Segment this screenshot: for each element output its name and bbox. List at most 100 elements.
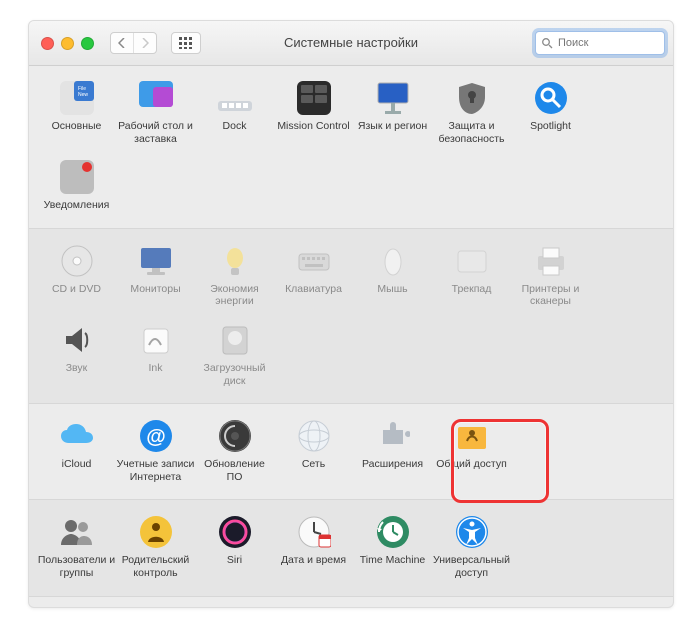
pref-label: Экономия энергии: [195, 283, 274, 308]
pref-language[interactable]: Язык и регион: [353, 76, 432, 155]
accessibility-icon: [454, 514, 490, 550]
search-icon: [541, 37, 553, 49]
pref-label: Ink: [148, 362, 162, 375]
search-field[interactable]: [535, 31, 665, 55]
pref-users-groups[interactable]: Пользователи и группы: [37, 510, 116, 589]
pref-printers[interactable]: Принтеры и сканеры: [511, 239, 590, 318]
ink-icon: [138, 322, 174, 358]
pref-label: Пользователи и группы: [37, 554, 116, 579]
pref-ntfs[interactable]: NTFS for Mac: [37, 607, 116, 608]
pref-label: Siri: [227, 554, 242, 567]
pref-label: Дата и время: [281, 554, 346, 567]
pref-energy[interactable]: Экономия энергии: [195, 239, 274, 318]
pref-label: iCloud: [62, 458, 92, 471]
pref-desktop[interactable]: Рабочий стол и заставка: [116, 76, 195, 155]
pref-sharing[interactable]: Общий доступ: [432, 414, 511, 493]
date-time-icon: [296, 514, 332, 550]
svg-text:New: New: [78, 92, 88, 98]
energy-icon: [217, 243, 253, 279]
users-groups-icon: [59, 514, 95, 550]
pref-dock[interactable]: Dock: [195, 76, 274, 155]
show-all-button[interactable]: [171, 32, 201, 54]
pref-mission-control[interactable]: Mission Control: [274, 76, 353, 155]
sharing-icon: [454, 418, 490, 454]
pref-label: Dock: [223, 120, 247, 133]
pref-label: Сеть: [302, 458, 325, 471]
section-hardware: CD и DVD Мониторы Экономия энергии Клави…: [29, 229, 673, 404]
pref-startup-disk[interactable]: Загрузочный диск: [195, 318, 274, 397]
titlebar: Системные настройки: [29, 21, 673, 66]
spotlight-icon: [533, 80, 569, 116]
pref-label: Мышь: [377, 283, 407, 296]
network-icon: [296, 418, 332, 454]
pref-accessibility[interactable]: Универсальный доступ: [432, 510, 511, 589]
pref-spotlight[interactable]: Spotlight: [511, 76, 590, 155]
notifications-icon: [59, 159, 95, 195]
printers-icon: [533, 243, 569, 279]
keyboard-icon: [296, 243, 332, 279]
siri-icon: [217, 514, 253, 550]
pref-cd-dvd[interactable]: CD и DVD: [37, 239, 116, 318]
pref-security[interactable]: Защита и безопасность: [432, 76, 511, 155]
pref-mouse[interactable]: Мышь: [353, 239, 432, 318]
language-icon: [375, 80, 411, 116]
pref-label: Трекпад: [452, 283, 492, 296]
section-personal: FileNew Основные Рабочий стол и заставка…: [29, 66, 673, 229]
pref-notifications[interactable]: Уведомления: [37, 155, 116, 222]
pref-displays[interactable]: Мониторы: [116, 239, 195, 318]
pref-label: Time Machine: [360, 554, 426, 567]
pref-label: Обновление ПО: [195, 458, 274, 483]
pref-label: Загрузочный диск: [195, 362, 274, 387]
trackpad-icon: [454, 243, 490, 279]
pref-general[interactable]: FileNew Основные: [37, 76, 116, 155]
pref-trackpad[interactable]: Трекпад: [432, 239, 511, 318]
pref-icloud[interactable]: iCloud: [37, 414, 116, 493]
security-icon: [454, 80, 490, 116]
minimize-button[interactable]: [61, 37, 74, 50]
pref-label: Основные: [52, 120, 102, 133]
search-input[interactable]: [556, 36, 659, 50]
nav-buttons: [110, 32, 157, 54]
pref-label: Spotlight: [530, 120, 571, 133]
section-thirdparty: NTFS for Mac: [29, 597, 673, 608]
pref-label: Клавиатура: [285, 283, 342, 296]
pref-extensions[interactable]: Расширения: [353, 414, 432, 493]
pref-sound[interactable]: Звук: [37, 318, 116, 397]
pref-label: Язык и регион: [358, 120, 427, 133]
pref-time-machine[interactable]: Time Machine: [353, 510, 432, 589]
pref-label: Рабочий стол и заставка: [116, 120, 195, 145]
mouse-icon: [375, 243, 411, 279]
pref-network[interactable]: Сеть: [274, 414, 353, 493]
displays-icon: [138, 243, 174, 279]
pref-label: Расширения: [362, 458, 423, 471]
extensions-icon: [375, 418, 411, 454]
nav-back-button[interactable]: [111, 33, 133, 53]
svg-text:@: @: [146, 426, 166, 448]
close-button[interactable]: [41, 37, 54, 50]
nav-forward-button[interactable]: [133, 33, 156, 53]
zoom-button[interactable]: [81, 37, 94, 50]
pref-label: CD и DVD: [52, 283, 101, 296]
pref-label: Mission Control: [277, 120, 349, 133]
preferences-panel: FileNew Основные Рабочий стол и заставка…: [29, 66, 673, 608]
cd-dvd-icon: [59, 243, 95, 279]
pref-label: Учетные записи Интернета: [116, 458, 195, 483]
internet-accounts-icon: @: [138, 418, 174, 454]
pref-date-time[interactable]: Дата и время: [274, 510, 353, 589]
parental-icon: [138, 514, 174, 550]
pref-label: Защита и безопасность: [432, 120, 511, 145]
pref-ink[interactable]: Ink: [116, 318, 195, 397]
section-system: Пользователи и группы Родительский контр…: [29, 500, 673, 596]
general-icon: FileNew: [59, 80, 95, 116]
pref-siri[interactable]: Siri: [195, 510, 274, 589]
pref-label: Уведомления: [44, 199, 110, 212]
pref-software-update[interactable]: Обновление ПО: [195, 414, 274, 493]
pref-label: Универсальный доступ: [432, 554, 511, 579]
pref-parental[interactable]: Родительский контроль: [116, 510, 195, 589]
mission-control-icon: [296, 80, 332, 116]
pref-label: Общий доступ: [436, 458, 507, 471]
pref-internet-accounts[interactable]: @ Учетные записи Интернета: [116, 414, 195, 493]
pref-label: Родительский контроль: [116, 554, 195, 579]
pref-keyboard[interactable]: Клавиатура: [274, 239, 353, 318]
sound-icon: [59, 322, 95, 358]
